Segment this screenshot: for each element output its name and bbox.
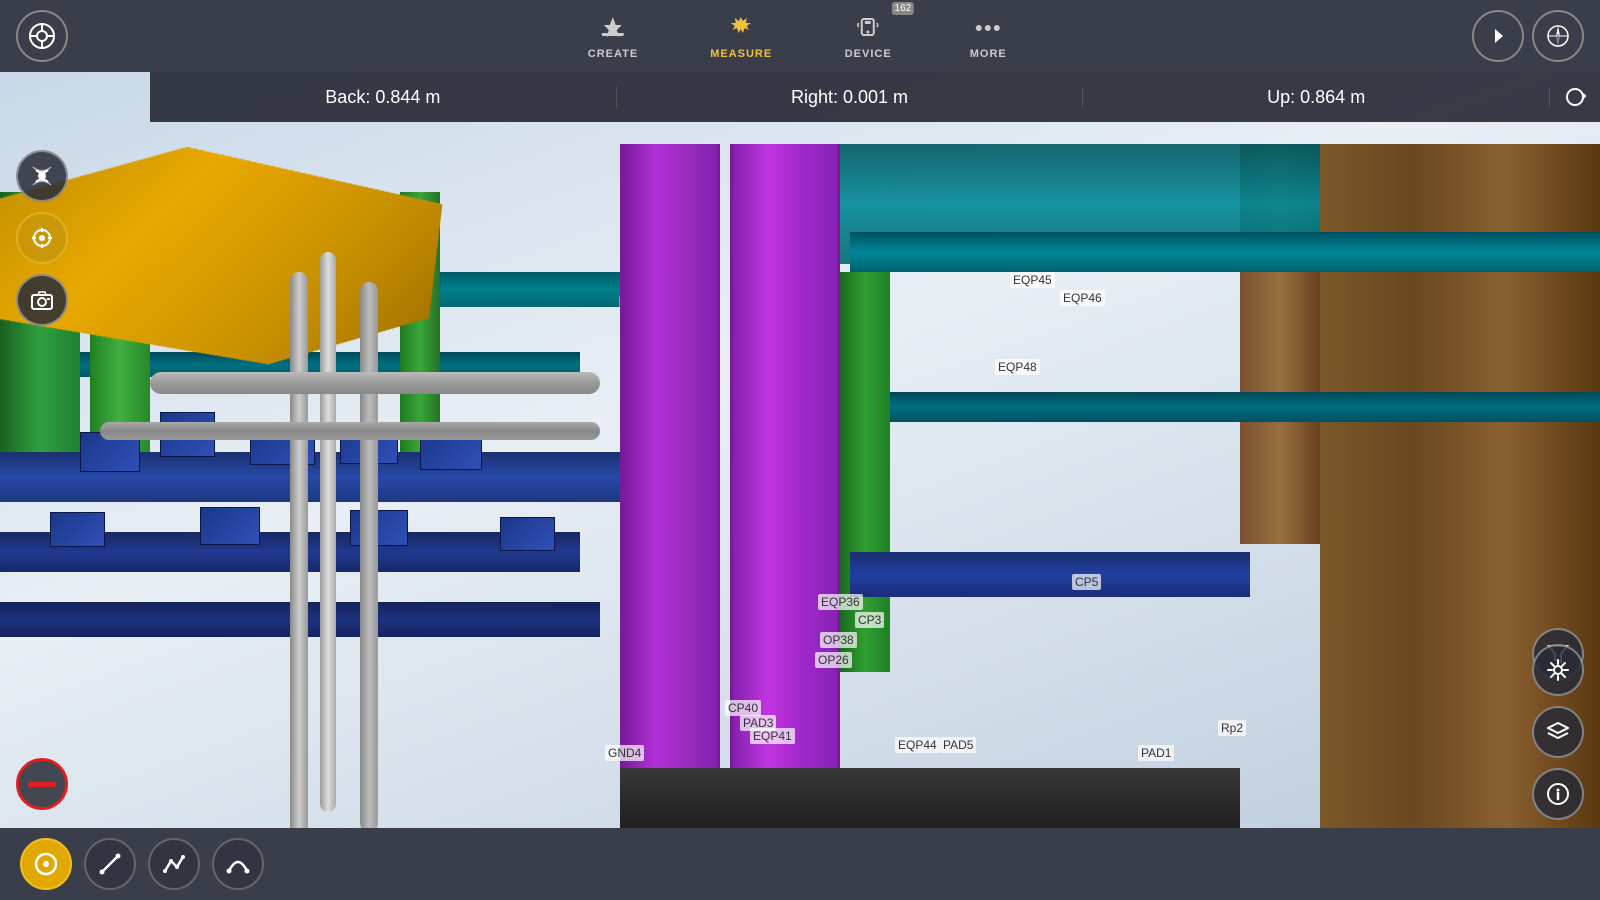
3d-viewport[interactable]: EQP45 EQP46 EQP48 CP5 EQP36 CP3 OP38 OP2… (0, 72, 1600, 900)
measure-label: MEASURE (710, 48, 772, 60)
blue-beam-4 (850, 552, 1250, 597)
up-measurement-value: Up: 0.864 m (1267, 87, 1365, 108)
more-icon (972, 12, 1004, 44)
pipe-vertical-3 (360, 282, 378, 832)
blue-block-8 (350, 510, 408, 546)
create-icon (597, 12, 629, 44)
blue-block-6 (50, 512, 105, 547)
logo-button[interactable] (16, 10, 68, 62)
measurement-bar: Back: 0.844 m Right: 0.001 m Up: 0.864 m (150, 72, 1600, 122)
left-controls-panel (16, 150, 68, 326)
circle-tool-button[interactable] (20, 838, 72, 890)
layers-icon (1547, 721, 1569, 743)
blue-block-9 (500, 517, 555, 551)
layers-button[interactable] (1532, 706, 1584, 758)
pipe-vertical-1 (290, 272, 308, 852)
more-tool-button[interactable]: MORE (948, 8, 1028, 64)
purple-column-1 (620, 144, 720, 824)
circle-tool-icon (33, 851, 59, 877)
measure-tool-button[interactable]: MEASURE (694, 8, 788, 64)
top-toolbar: CREATE MEASURE (0, 0, 1600, 72)
teal-beam-3 (850, 232, 1600, 272)
blue-block-7 (200, 507, 260, 545)
device-badge: 162 (892, 2, 915, 15)
right-measurement-value: Right: 0.001 m (791, 87, 908, 108)
pipe-horizontal-2 (100, 422, 600, 440)
eye-target-button[interactable] (16, 212, 68, 264)
multi-line-tool-button[interactable] (148, 838, 200, 890)
device-tool-wrap: DEVICE 162 (828, 8, 908, 64)
broadcast-button[interactable] (16, 150, 68, 202)
right-controls-panel (1532, 644, 1584, 820)
gear-icon (1547, 659, 1569, 681)
camera-button[interactable] (16, 274, 68, 326)
device-icon (852, 12, 884, 44)
create-tool-button[interactable]: CREATE (572, 8, 654, 64)
info-button[interactable] (1532, 768, 1584, 820)
broadcast-icon (30, 164, 54, 188)
teal-beam-4 (850, 392, 1600, 422)
device-tool-button[interactable]: DEVICE (828, 8, 908, 64)
line-tool-icon (97, 851, 123, 877)
eye-target-icon (30, 226, 54, 250)
pipe-horizontal-1 (150, 372, 600, 394)
purple-column-2 (730, 144, 840, 824)
create-label: CREATE (588, 48, 638, 60)
no-entry-bar (28, 782, 56, 787)
back-measurement: Back: 0.844 m (150, 87, 617, 108)
bottom-toolbar (0, 828, 1600, 900)
measure-icon (725, 12, 757, 44)
curve-tool-button[interactable] (212, 838, 264, 890)
compass-button[interactable] (1532, 10, 1584, 62)
no-entry-button[interactable] (16, 758, 68, 810)
refresh-button[interactable] (1550, 86, 1600, 108)
green-column-3 (840, 272, 890, 672)
more-label: MORE (970, 48, 1007, 60)
pipe-vertical-2 (320, 252, 336, 812)
back-measurement-value: Back: 0.844 m (325, 87, 440, 108)
refresh-icon (1564, 86, 1586, 108)
floor-platform (620, 768, 1240, 828)
line-tool-button[interactable] (84, 838, 136, 890)
up-measurement: Up: 0.864 m (1083, 87, 1550, 108)
camera-icon (30, 288, 54, 312)
settings-button[interactable] (1532, 644, 1584, 696)
curve-tool-icon (225, 851, 251, 877)
right-measurement: Right: 0.001 m (617, 87, 1084, 108)
info-icon (1547, 783, 1569, 805)
device-label: DEVICE (845, 48, 892, 60)
forward-button[interactable] (1472, 10, 1524, 62)
multi-line-tool-icon (161, 851, 187, 877)
